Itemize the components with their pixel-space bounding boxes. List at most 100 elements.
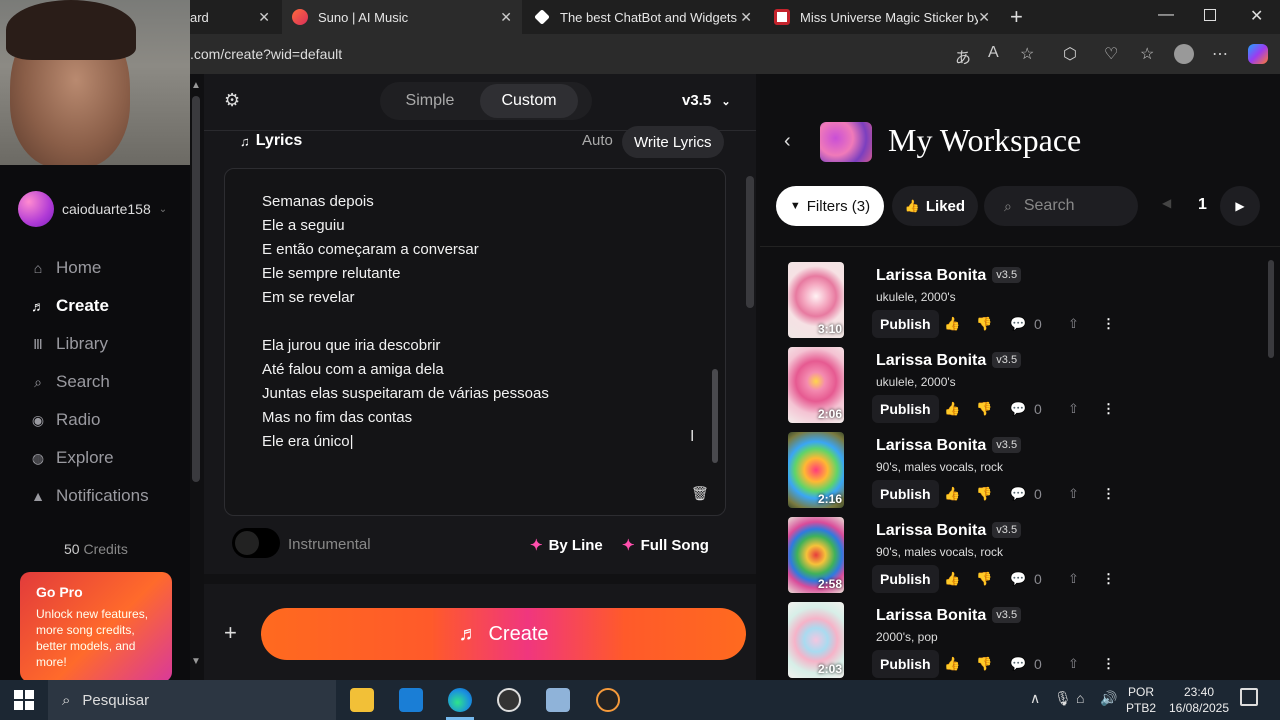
add-icon[interactable]: + — [224, 620, 237, 646]
comment-icon[interactable]: 💬 — [1010, 401, 1026, 417]
close-icon[interactable]: ✕ — [500, 9, 512, 26]
translate-icon[interactable]: あ — [955, 44, 971, 68]
network-icon[interactable]: ⌂ — [1076, 690, 1084, 706]
tab-custom[interactable]: Custom — [480, 84, 578, 118]
restore-button[interactable] — [1204, 9, 1216, 21]
song-thumbnail[interactable]: 2:58 — [788, 517, 844, 593]
profile-avatar[interactable] — [1174, 44, 1194, 64]
settings-gear-icon[interactable]: ⚙ — [224, 90, 240, 111]
media-player-icon[interactable] — [596, 688, 620, 712]
obs-icon[interactable] — [497, 688, 521, 712]
filters-button[interactable]: ▼ Filters (3) — [776, 186, 884, 226]
performance-icon[interactable]: ♡ — [1104, 44, 1118, 64]
user-menu[interactable]: caioduarte158 ⌄ — [18, 191, 167, 227]
sidebar-item-radio[interactable]: ◉ Radio — [30, 410, 101, 430]
publish-button[interactable]: Publish — [872, 480, 939, 508]
comment-icon[interactable]: 💬 — [1010, 316, 1026, 332]
create-button[interactable]: ♬ Create — [261, 608, 746, 660]
song-row[interactable]: 2:06 Larissa Bonita v3.5 ukulele, 2000's Pub… — [788, 347, 1268, 427]
sidebar-item-notifications[interactable]: ▲ Notifications — [30, 486, 149, 506]
song-title[interactable]: Larissa Bonita v3.5 — [876, 352, 1022, 370]
more-options-icon[interactable]: ⋮ — [1102, 486, 1115, 502]
share-icon[interactable]: ⇧ — [1068, 486, 1079, 502]
browser-tab[interactable]: The best ChatBot and Widgets fo ✕ — [524, 0, 762, 34]
auto-lyrics-button[interactable]: Auto — [582, 132, 613, 149]
thumbs-down-icon[interactable]: 👎 — [976, 656, 992, 672]
workspace-scrollbar[interactable] — [1268, 260, 1274, 358]
thumbs-down-icon[interactable]: 👎 — [976, 571, 992, 587]
center-scrollbar[interactable] — [746, 176, 754, 308]
song-thumbnail[interactable]: 2:16 — [788, 432, 844, 508]
sidebar-item-library[interactable]: Ⅲ Library — [30, 334, 108, 354]
song-title[interactable]: Larissa Bonita v3.5 — [876, 522, 1022, 540]
song-thumbnail[interactable]: 2:03 — [788, 602, 844, 678]
browser-tab[interactable]: ard ✕ — [180, 0, 280, 34]
more-options-icon[interactable]: ⋮ — [1102, 571, 1115, 587]
go-pro-card[interactable]: Go Pro Unlock new features, more song cr… — [20, 572, 172, 682]
favorite-star-icon[interactable]: ☆ — [1020, 44, 1034, 64]
thumbs-up-icon[interactable]: 👍 — [944, 316, 960, 332]
full-song-button[interactable]: ✦ Full Song — [622, 536, 709, 554]
publish-button[interactable]: Publish — [872, 395, 939, 423]
edge-icon[interactable] — [448, 688, 472, 712]
taskbar-search-input[interactable]: ⌕ Pesquisar — [48, 680, 336, 720]
close-window-button[interactable]: ✕ — [1250, 6, 1263, 26]
version-select[interactable]: v3.5 ⌄ — [682, 92, 731, 109]
thumbs-up-icon[interactable]: 👍 — [944, 486, 960, 502]
song-row[interactable]: 3:10 Larissa Bonita v3.5 ukulele, 2000's Pub… — [788, 262, 1268, 342]
trash-icon[interactable]: 🗑 — [691, 485, 709, 502]
thumbs-down-icon[interactable]: 👎 — [976, 486, 992, 502]
new-tab-button[interactable]: + — [1010, 4, 1023, 30]
share-icon[interactable]: ⇧ — [1068, 571, 1079, 587]
more-options-icon[interactable]: ⋮ — [1102, 656, 1115, 672]
lyrics-textarea[interactable]: Semanas depois Ele a seguiu E então começa… — [224, 168, 726, 516]
close-icon[interactable]: ✕ — [978, 9, 990, 26]
by-line-button[interactable]: ✦ By Line — [530, 536, 603, 554]
store-icon[interactable] — [399, 688, 423, 712]
more-options-icon[interactable]: ⋮ — [1102, 316, 1115, 332]
song-thumbnail[interactable]: 3:10 — [788, 262, 844, 338]
photos-icon[interactable] — [546, 688, 570, 712]
volume-icon[interactable]: 🔊 — [1100, 690, 1117, 707]
sidebar-item-home[interactable]: ⌂ Home — [30, 258, 102, 278]
close-icon[interactable]: ✕ — [740, 9, 752, 26]
thumbs-up-icon[interactable]: 👍 — [944, 656, 960, 672]
sidebar-item-create[interactable]: ♬ Create — [30, 296, 109, 316]
publish-button[interactable]: Publish — [872, 650, 939, 678]
language-indicator[interactable]: POR PTB2 — [1126, 684, 1156, 716]
notification-center-icon[interactable] — [1240, 688, 1258, 706]
thumbs-up-icon[interactable]: 👍 — [944, 571, 960, 587]
clock[interactable]: 23:40 16/08/2025 — [1164, 684, 1234, 716]
song-thumbnail[interactable]: 2:06 — [788, 347, 844, 423]
copilot-icon[interactable] — [1248, 44, 1268, 64]
windows-start-icon[interactable] — [14, 690, 34, 710]
publish-button[interactable]: Publish — [872, 310, 939, 338]
thumbs-up-icon[interactable]: 👍 — [944, 401, 960, 417]
chevron-up-icon[interactable]: ∧ — [1030, 690, 1040, 707]
thumbs-down-icon[interactable]: 👎 — [976, 401, 992, 417]
search-input[interactable]: ⌕ Search — [984, 186, 1138, 226]
close-icon[interactable]: ✕ — [258, 9, 270, 26]
sidebar-item-search[interactable]: ⌕ Search — [30, 372, 110, 392]
liked-button[interactable]: 👍 Liked — [892, 186, 978, 226]
instrumental-toggle[interactable] — [232, 528, 280, 558]
song-title[interactable]: Larissa Bonita v3.5 — [876, 607, 1022, 625]
sidebar-scrollbar[interactable] — [192, 96, 200, 482]
read-aloud-icon[interactable]: A — [988, 44, 999, 62]
extensions-icon[interactable]: ⬡ — [1063, 44, 1077, 64]
share-icon[interactable]: ⇧ — [1068, 401, 1079, 417]
comment-icon[interactable]: 💬 — [1010, 656, 1026, 672]
back-chevron-icon[interactable]: ‹ — [784, 130, 791, 153]
thumbs-down-icon[interactable]: 👎 — [976, 316, 992, 332]
browser-tab[interactable]: Miss Universe Magic Sticker by ch ✕ — [764, 0, 1000, 34]
file-explorer-icon[interactable] — [350, 688, 374, 712]
comment-icon[interactable]: 💬 — [1010, 571, 1026, 587]
lyrics-scrollbar[interactable] — [712, 369, 718, 463]
song-row[interactable]: 2:16 Larissa Bonita v3.5 90's, males vocals… — [788, 432, 1268, 512]
more-icon[interactable]: ⋯ — [1212, 44, 1228, 64]
share-icon[interactable]: ⇧ — [1068, 316, 1079, 332]
share-icon[interactable]: ⇧ — [1068, 656, 1079, 672]
publish-button[interactable]: Publish — [872, 565, 939, 593]
song-title[interactable]: Larissa Bonita v3.5 — [876, 267, 1022, 285]
song-title[interactable]: Larissa Bonita v3.5 — [876, 437, 1022, 455]
